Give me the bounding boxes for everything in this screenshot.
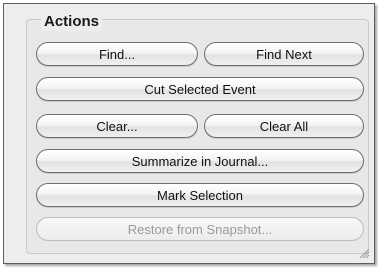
group-title: Actions <box>41 13 103 31</box>
summarize-in-journal-button[interactable]: Summarize in Journal... <box>36 149 364 173</box>
clear-button[interactable]: Clear... <box>36 114 198 138</box>
find-button[interactable]: Find... <box>36 42 198 66</box>
mark-selection-button[interactable]: Mark Selection <box>36 183 364 207</box>
actions-panel-window: Actions Find... Find Next Cut Selected E… <box>3 3 375 264</box>
clear-all-button[interactable]: Clear All <box>204 114 364 138</box>
restore-from-snapshot-button: Restore from Snapshot... <box>36 217 364 241</box>
cut-selected-event-button[interactable]: Cut Selected Event <box>36 77 364 101</box>
resize-grip-icon[interactable] <box>359 248 370 259</box>
find-next-button[interactable]: Find Next <box>204 42 364 66</box>
